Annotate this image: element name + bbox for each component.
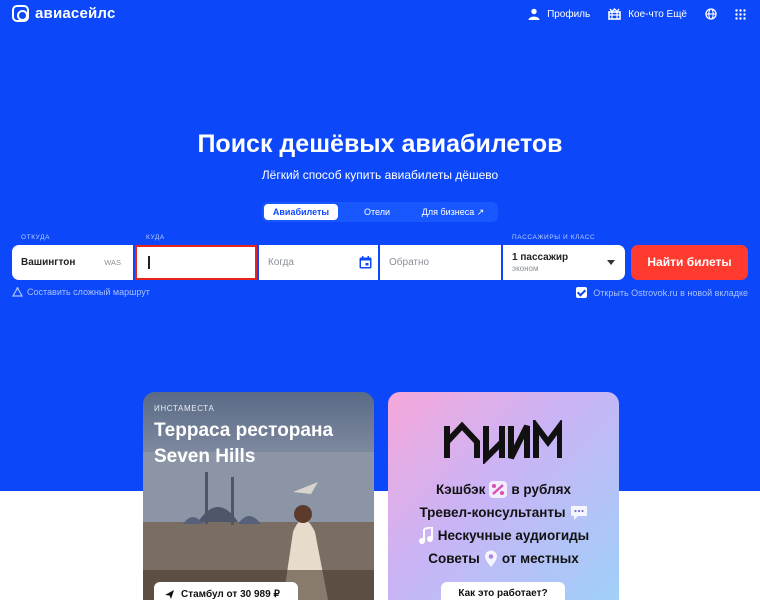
promo-card-istanbul[interactable]: ИНСТАМЕСТА Терраса ресторана Seven Hills… [143, 392, 374, 600]
text-cursor [148, 256, 150, 269]
search-tabs: Авиабилеты Отели Для бизнеса ↗ [262, 202, 498, 222]
chevron-down-icon [607, 260, 615, 265]
header-nav: Профиль Кое-что Ещё [528, 8, 746, 20]
feature-audioguides-label: Нескучные аудиогиды [437, 528, 590, 543]
card-kicker: ИНСТАМЕСТА [154, 404, 215, 413]
feature-local-tips: Советы от местных [388, 547, 619, 570]
logo-icon [12, 5, 29, 22]
feature-consultants: Тревел-консультанты [388, 501, 619, 524]
to-label: КУДА [146, 234, 165, 241]
search-button[interactable]: Найти билеты [631, 245, 748, 280]
page-subtitle: Лёгкий способ купить авиабилеты дёшево [261, 168, 499, 182]
ostrovok-checkbox[interactable] [576, 287, 588, 298]
passengers-field[interactable]: 1 пассажир эконом [503, 245, 625, 280]
travel-class: эконом [512, 264, 539, 273]
globe-icon[interactable] [705, 8, 717, 20]
passengers-label: ПАССАЖИРЫ И КЛАСС [512, 234, 596, 241]
istanbul-price-label: Стамбул от 30 989 ₽ [181, 588, 280, 600]
depart-date-placeholder: Когда [268, 257, 294, 268]
promo-card-club[interactable]: Кэшбэк в рублях Тревел-консультанты Неск… [388, 392, 619, 600]
music-note-icon [418, 527, 433, 544]
feature-consultants-label: Тревел-консультанты [419, 505, 566, 520]
more-label: Кое-что Ещё [628, 8, 687, 20]
feature-cashback: Кэшбэк в рублях [388, 478, 619, 501]
feature-cashback-suffix: в рублях [511, 482, 571, 497]
brand-logo [444, 420, 562, 464]
tab-hotels[interactable]: Отели [342, 204, 412, 220]
grid-icon[interactable] [735, 8, 746, 20]
logo[interactable]: авиасейлс [12, 5, 116, 22]
origin-field[interactable]: Вашингтон WAS [12, 245, 133, 280]
card-title: Терраса ресторана Seven Hills [154, 420, 334, 467]
passengers-count: 1 пассажир [512, 252, 569, 263]
feature-local-tips-label: Советы [428, 551, 480, 566]
profile-label: Профиль [547, 8, 591, 20]
origin-city: Вашингтон [21, 257, 76, 268]
more-link[interactable]: Кое-что Ещё [608, 8, 687, 20]
user-icon [528, 8, 540, 20]
chat-icon [570, 505, 587, 520]
tab-business[interactable]: Для бизнеса ↗ [416, 204, 490, 220]
istanbul-price-button[interactable]: Стамбул от 30 989 ₽ [154, 582, 298, 600]
feature-local-tips-suffix: от местных [501, 551, 579, 566]
complex-route-label: Составить сложный маршрут [27, 287, 150, 297]
page-body [0, 491, 760, 600]
route-icon [12, 287, 23, 297]
feature-audioguides: Нескучные аудиогиды [388, 524, 619, 547]
profile-link[interactable]: Профиль [528, 8, 590, 20]
logo-text: авиасейлс [35, 5, 116, 22]
depart-date-field[interactable]: Когда [259, 245, 378, 280]
airplane-icon [165, 589, 174, 599]
istanbul-photo [143, 452, 374, 600]
destination-input[interactable] [135, 245, 257, 280]
from-label: ОТКУДА [21, 234, 51, 241]
ostrovok-label: Открыть Ostrovok.ru в новой вкладке [593, 287, 748, 298]
how-it-works-button[interactable]: Как это работает? [441, 582, 565, 600]
tab-flights[interactable]: Авиабилеты [264, 204, 338, 220]
percent-icon [489, 481, 508, 498]
map-pin-icon [484, 550, 497, 567]
origin-code: WAS [104, 258, 121, 267]
complex-route-link[interactable]: Составить сложный маршрут [12, 287, 150, 297]
ostrovok-option: Открыть Ostrovok.ru в новой вкладке [576, 287, 748, 298]
page-title: Поиск дешёвых авиабилетов [197, 130, 563, 158]
gift-icon [608, 8, 622, 20]
feature-cashback-label: Кэшбэк [436, 482, 486, 497]
return-date-placeholder: Обратно [389, 257, 430, 268]
features-list: Кэшбэк в рублях Тревел-консультанты Неск… [388, 478, 619, 570]
calendar-icon[interactable] [359, 256, 372, 269]
return-date-field[interactable]: Обратно [380, 245, 501, 280]
